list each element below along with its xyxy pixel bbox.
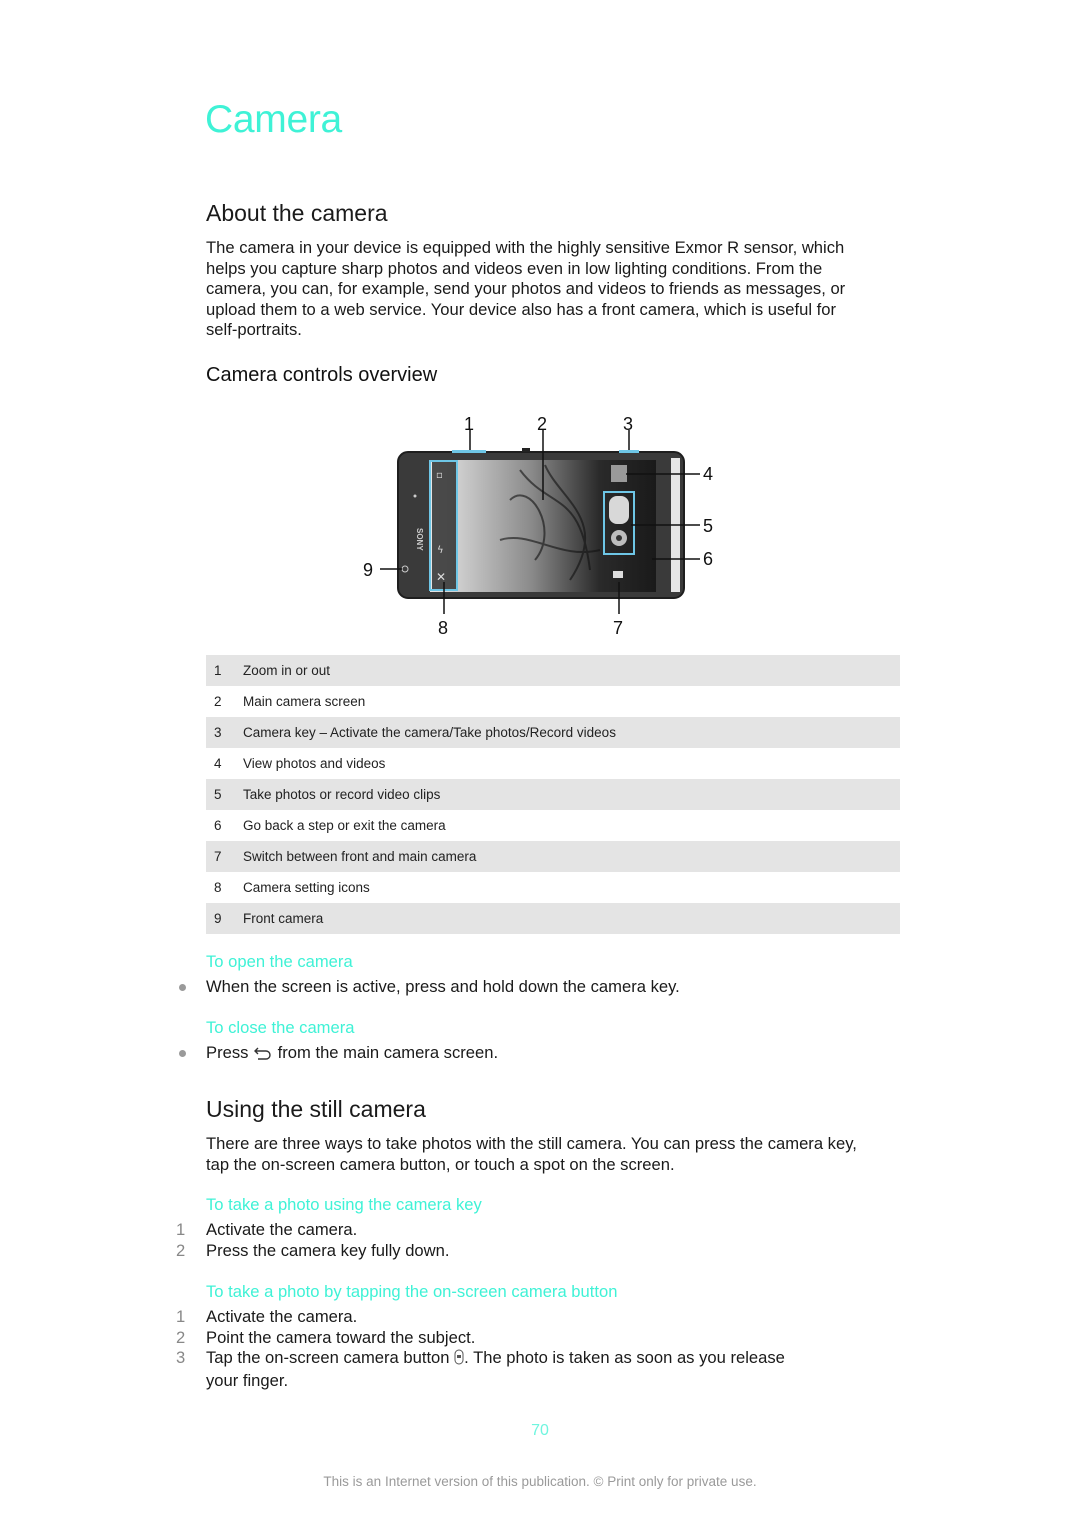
step-number: 1 [176,1307,186,1326]
row-number: 1 [214,663,222,678]
step-text-after: . The photo is taken as soon as you rele… [464,1348,785,1367]
paragraph-line: upload them to a web service. Your devic… [206,299,836,319]
switch-camera-icon [613,571,623,578]
paragraph-line: helps you capture sharp photos and video… [206,258,823,278]
table-row: 2 Main camera screen [206,686,900,717]
callout-3: 3 [623,414,633,434]
step-item: 1 Activate the camera. [176,1307,785,1328]
table-row: 8 Camera setting icons [206,872,900,903]
section-heading-still: Using the still camera [206,1096,426,1122]
step-item: 2 Press the camera key fully down. [176,1241,449,1262]
still-paragraph: There are three ways to take photos with… [206,1134,857,1175]
step-text: Point the camera toward the subject. [206,1327,476,1347]
back-icon [253,1045,273,1066]
step-number: 3 [176,1348,186,1367]
callout-5: 5 [703,516,713,536]
paragraph-line: There are three ways to take photos with… [206,1134,857,1153]
camera-button-icon [454,1349,464,1371]
row-number: 3 [214,725,222,740]
row-number: 5 [214,787,222,802]
bullet-text-open: When the screen is active, press and hol… [206,977,680,996]
step-text: Press the camera key fully down. [206,1240,450,1260]
table-row: 5 Take photos or record video clips [206,779,900,810]
row-number: 7 [214,849,222,864]
row-text: Main camera screen [243,694,366,709]
controls-table: 1 Zoom in or out 2 Main camera screen 3 Cam… [206,655,900,934]
camera-controls-figure: ▫ ϟ ✕ SONY 1 2 3 4 5 6 7 8 9 [360,410,730,642]
row-text: Zoom in or out [243,663,331,678]
callout-4: 4 [703,464,713,484]
procedure-title-open: To open the camera [206,952,353,971]
camera-mode-icon: ▫ [436,470,443,481]
row-number: 8 [214,880,222,895]
zoom-key [452,450,486,453]
step-number: 1 [176,1220,186,1239]
bullet-text-close: Press from the main camera screen. [206,1043,498,1066]
table-row: 7 Switch between front and main camera [206,841,900,872]
bullet-icon [179,984,186,991]
phone-diagram: ▫ ϟ ✕ SONY 1 2 3 4 5 6 7 8 9 [363,414,713,638]
table-row: 4 View photos and videos [206,748,900,779]
steps-onscreen-button: 1 Activate the camera. 2 Point the camera … [176,1307,785,1391]
row-text: Take photos or record video clips [243,787,441,802]
row-number: 9 [214,911,222,926]
table-row: 9 Front camera [206,903,900,934]
step-text-before: Tap the on-screen camera button [206,1348,450,1367]
procedure-title-close: To close the camera [206,1018,355,1037]
section-heading-about: About the camera [206,200,388,226]
paragraph-line: self-portraits. [206,320,302,339]
power-key [522,448,530,452]
procedure-title-camera-key: To take a photo using the camera key [206,1195,482,1214]
callout-9: 9 [363,560,373,580]
steps-camera-key: 1 Activate the camera. 2 Press the camera … [176,1220,449,1261]
bullet-icon [179,1050,186,1057]
paragraph-line: tap the on-screen camera button, or touc… [206,1154,675,1174]
settings-icon: ✕ [436,570,446,584]
paragraph-line: camera, you can, for example, send your … [206,279,846,298]
flash-icon: ϟ [437,545,444,556]
camera-key [619,450,639,453]
sony-logo: SONY [415,528,424,551]
callout-8: 8 [438,618,448,638]
row-text: Switch between front and main camera [243,849,477,864]
step-text: Activate the camera. [206,1220,358,1239]
step-text-continued: your finger. [206,1370,289,1390]
procedure-title-onscreen-button: To take a photo by tapping the on-screen… [206,1282,618,1301]
step-item: 1 Activate the camera. [176,1220,449,1241]
bullet-text-after: from the main camera screen. [277,1043,499,1062]
step-item: 3 Tap the on-screen camera button . The p… [176,1348,785,1371]
thumbnail [611,465,627,482]
paragraph-line: The camera in your device is equipped wi… [206,238,845,257]
chapter-title: Camera [205,98,342,141]
callout-7: 7 [613,618,623,638]
photo-shutter-button [609,496,629,524]
step-text: Activate the camera. [206,1307,358,1326]
step-item: 2 Point the camera toward the subject. [176,1328,785,1349]
footer-notice: This is an Internet version of this publ… [323,1474,757,1489]
step-number: 2 [176,1327,186,1347]
table-row: 3 Camera key – Activate the camera/Take p… [206,717,900,748]
row-number: 6 [214,818,222,833]
table-row: 6 Go back a step or exit the camera [206,810,900,841]
page-number: 70 [531,1422,549,1439]
step-number: 2 [176,1240,186,1260]
row-text: Go back a step or exit the camera [243,818,446,833]
table-row: 1 Zoom in or out [206,655,900,686]
callout-1: 1 [464,414,474,434]
row-text: Camera key – Activate the camera/Take ph… [243,725,616,740]
row-text: View photos and videos [243,756,386,771]
callout-2: 2 [537,414,547,434]
row-text: Front camera [243,911,324,926]
bullet-text-before: Press [206,1043,249,1062]
about-paragraph: The camera in your device is equipped wi… [206,238,845,341]
row-text: Camera setting icons [243,880,370,895]
callout-6: 6 [703,549,713,569]
row-number: 2 [214,694,222,709]
subsection-heading-controls: Camera controls overview [206,364,438,386]
row-number: 4 [214,756,222,771]
